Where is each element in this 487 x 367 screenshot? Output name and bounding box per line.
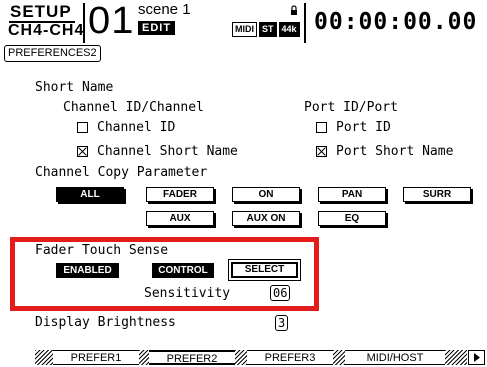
tab-prefer3[interactable]: PREFER3	[247, 350, 333, 365]
midi-badge: MIDI	[232, 22, 257, 37]
next-page-arrow-icon[interactable]	[468, 350, 485, 365]
status-badges: MIDI ST 44k	[232, 22, 300, 37]
copy-aux-on-button[interactable]: AUX ON	[232, 211, 300, 226]
copy-all-button[interactable]: ALL	[56, 187, 124, 202]
tab-prefer1[interactable]: PREFER1	[53, 350, 139, 365]
page-title: PREFERENCES2	[4, 45, 101, 62]
tab-separator	[333, 350, 345, 365]
status-header: SETUP CH4-CH4 01 scene 1 EDIT MIDI ST 44…	[0, 0, 487, 44]
tab-separator	[139, 350, 149, 365]
tab-midi-host[interactable]: MIDI/HOST	[345, 350, 445, 365]
channel-id-checkbox[interactable]	[77, 122, 88, 133]
sensitivity-value[interactable]: 06	[270, 285, 291, 301]
copy-pan-button[interactable]: PAN	[318, 187, 386, 202]
port-id-checkbox[interactable]	[316, 122, 327, 133]
tab-prefer2[interactable]: PREFER2	[149, 350, 235, 365]
channel-short-name-checkbox[interactable]	[77, 146, 88, 157]
port-id-label: Port ID	[336, 120, 391, 135]
copy-eq-button[interactable]: EQ	[318, 211, 386, 226]
fader-touch-enabled-button[interactable]: ENABLED	[56, 263, 119, 278]
channel-range: CH4-CH4	[8, 22, 85, 39]
channel-id-column-label: Channel ID/Channel	[63, 100, 204, 115]
page-tabs: PREFER1 PREFER2 PREFER3 MIDI/HOST	[0, 348, 487, 367]
mode-label: SETUP	[10, 2, 72, 21]
copy-surr-button[interactable]: SURR	[403, 187, 471, 202]
fader-touch-control-button[interactable]: CONTROL	[152, 263, 214, 278]
port-short-name-label: Port Short Name	[336, 144, 454, 159]
display-brightness-label: Display Brightness	[35, 315, 176, 330]
fader-touch-heading: Fader Touch Sense	[35, 243, 169, 258]
channel-id-label: Channel ID	[97, 120, 176, 135]
tab-separator	[235, 350, 247, 365]
sensitivity-label: Sensitivity	[144, 286, 231, 301]
divider	[83, 3, 85, 43]
channel-short-name-label: Channel Short Name	[97, 144, 238, 159]
tab-separator	[35, 350, 53, 365]
copy-fader-button[interactable]: FADER	[146, 187, 214, 202]
copy-param-heading: Channel Copy Parameter	[35, 165, 208, 180]
copy-on-button[interactable]: ON	[232, 187, 300, 202]
edit-badge: EDIT	[138, 21, 176, 35]
lock-icon	[291, 5, 297, 15]
fader-touch-select-button[interactable]: SELECT	[228, 259, 301, 281]
st-badge: ST	[259, 22, 277, 37]
short-name-heading: Short Name	[35, 80, 114, 95]
samplerate-badge: 44k	[278, 22, 300, 37]
scene-number: 01	[88, 0, 135, 42]
divider	[304, 3, 306, 43]
copy-aux-button[interactable]: AUX	[146, 211, 214, 226]
port-id-column-label: Port ID/Port	[304, 100, 398, 115]
port-short-name-checkbox[interactable]	[316, 146, 327, 157]
display-brightness-value[interactable]: 3	[275, 315, 289, 331]
timecode-display: 00:00:00.00	[314, 9, 478, 35]
tab-separator	[445, 350, 467, 365]
scene-name: scene 1	[138, 1, 191, 18]
